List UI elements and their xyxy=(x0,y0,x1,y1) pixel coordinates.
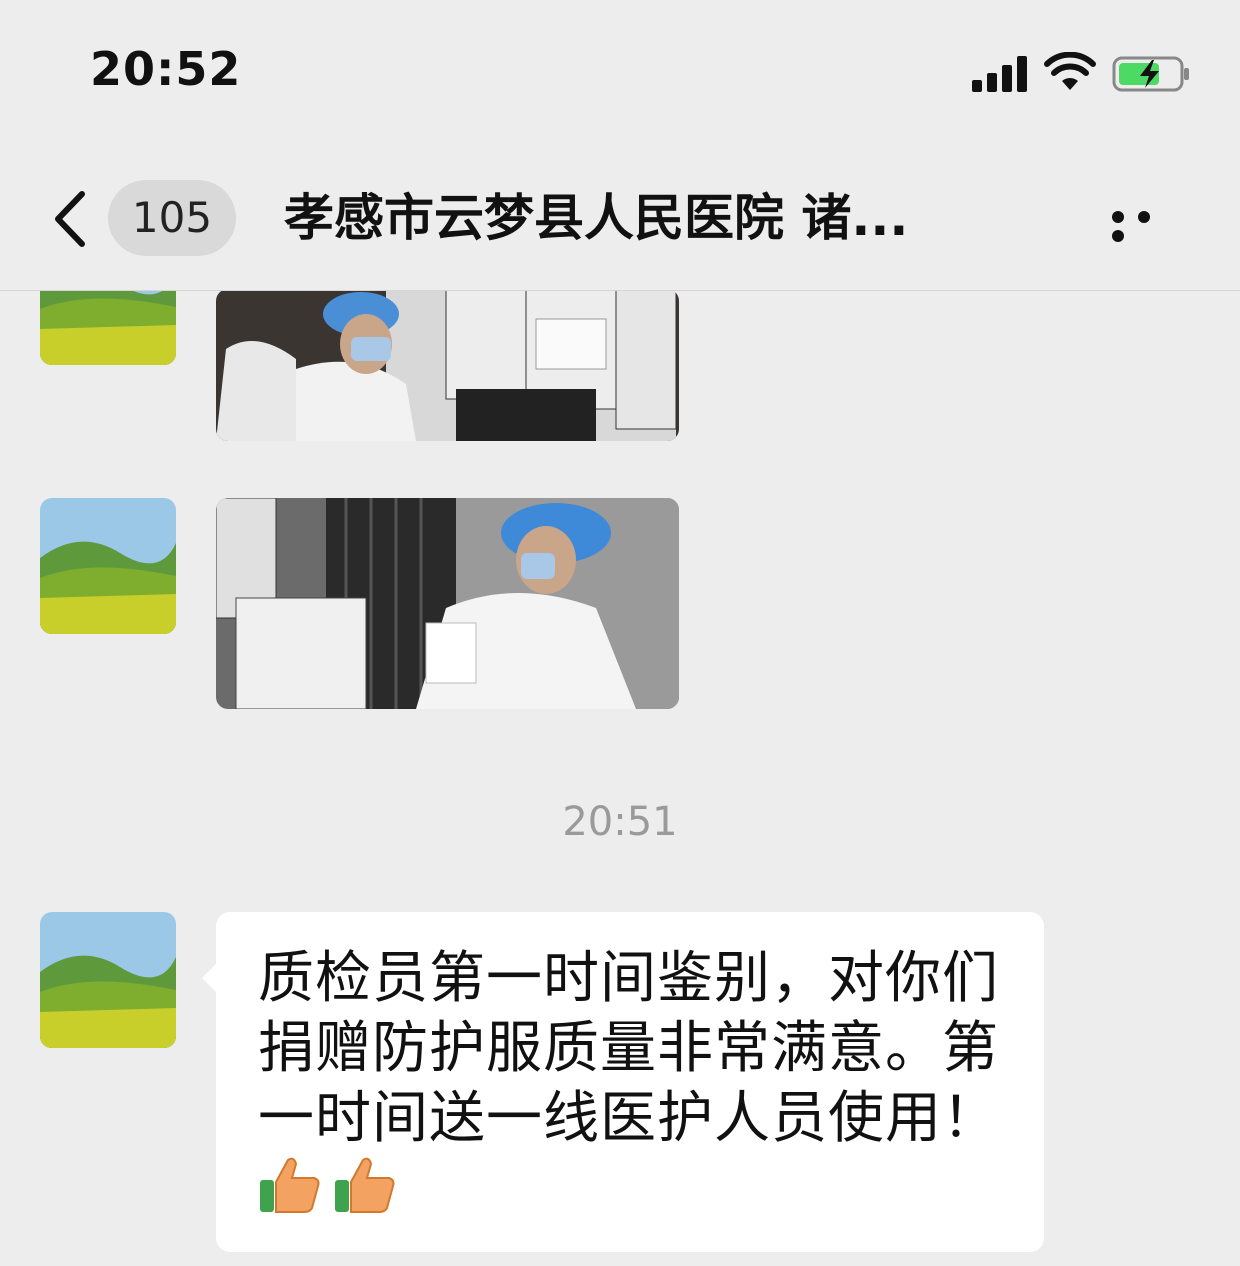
chat-header: 105 孝感市云梦县人民医院 诸... xyxy=(0,150,1240,291)
thumbs-up-icon xyxy=(260,1157,320,1213)
chat-message-list[interactable]: 20:51 质检员第一时间鉴别，对你们捐赠防护服质量非常满意。第一时间送一线医护… xyxy=(0,291,1240,1266)
battery-charging-icon xyxy=(1112,56,1189,92)
landscape-avatar-icon[interactable] xyxy=(40,291,176,365)
photo-staff-inspecting-boxes[interactable] xyxy=(216,291,679,441)
wifi-icon xyxy=(1044,52,1096,90)
signal-icon xyxy=(972,56,1027,92)
chat-title: 孝感市云梦县人民医院 诸... xyxy=(284,189,909,247)
message-timestamp: 20:51 xyxy=(562,799,678,845)
more-options-icon[interactable] xyxy=(1112,208,1184,242)
message-text: 质检员第一时间鉴别，对你们捐赠防护服质量非常满意。第一时间送一线医护人员使用！ xyxy=(258,946,999,1151)
landscape-avatar-icon[interactable] xyxy=(40,912,176,1048)
status-bar: 20:52 xyxy=(0,0,1240,150)
bubble-tail xyxy=(202,962,218,994)
landscape-avatar-icon[interactable] xyxy=(40,498,176,634)
emoji-row xyxy=(258,1152,403,1222)
unread-count-badge[interactable]: 105 xyxy=(108,180,236,256)
thumbs-up-icon xyxy=(335,1157,395,1213)
text-message-bubble[interactable]: 质检员第一时间鉴别，对你们捐赠防护服质量非常满意。第一时间送一线医护人员使用！ xyxy=(202,912,1044,1252)
photo-staff-reading-document[interactable] xyxy=(216,498,679,709)
back-chevron-icon[interactable] xyxy=(48,188,92,250)
status-time: 20:52 xyxy=(90,42,242,96)
